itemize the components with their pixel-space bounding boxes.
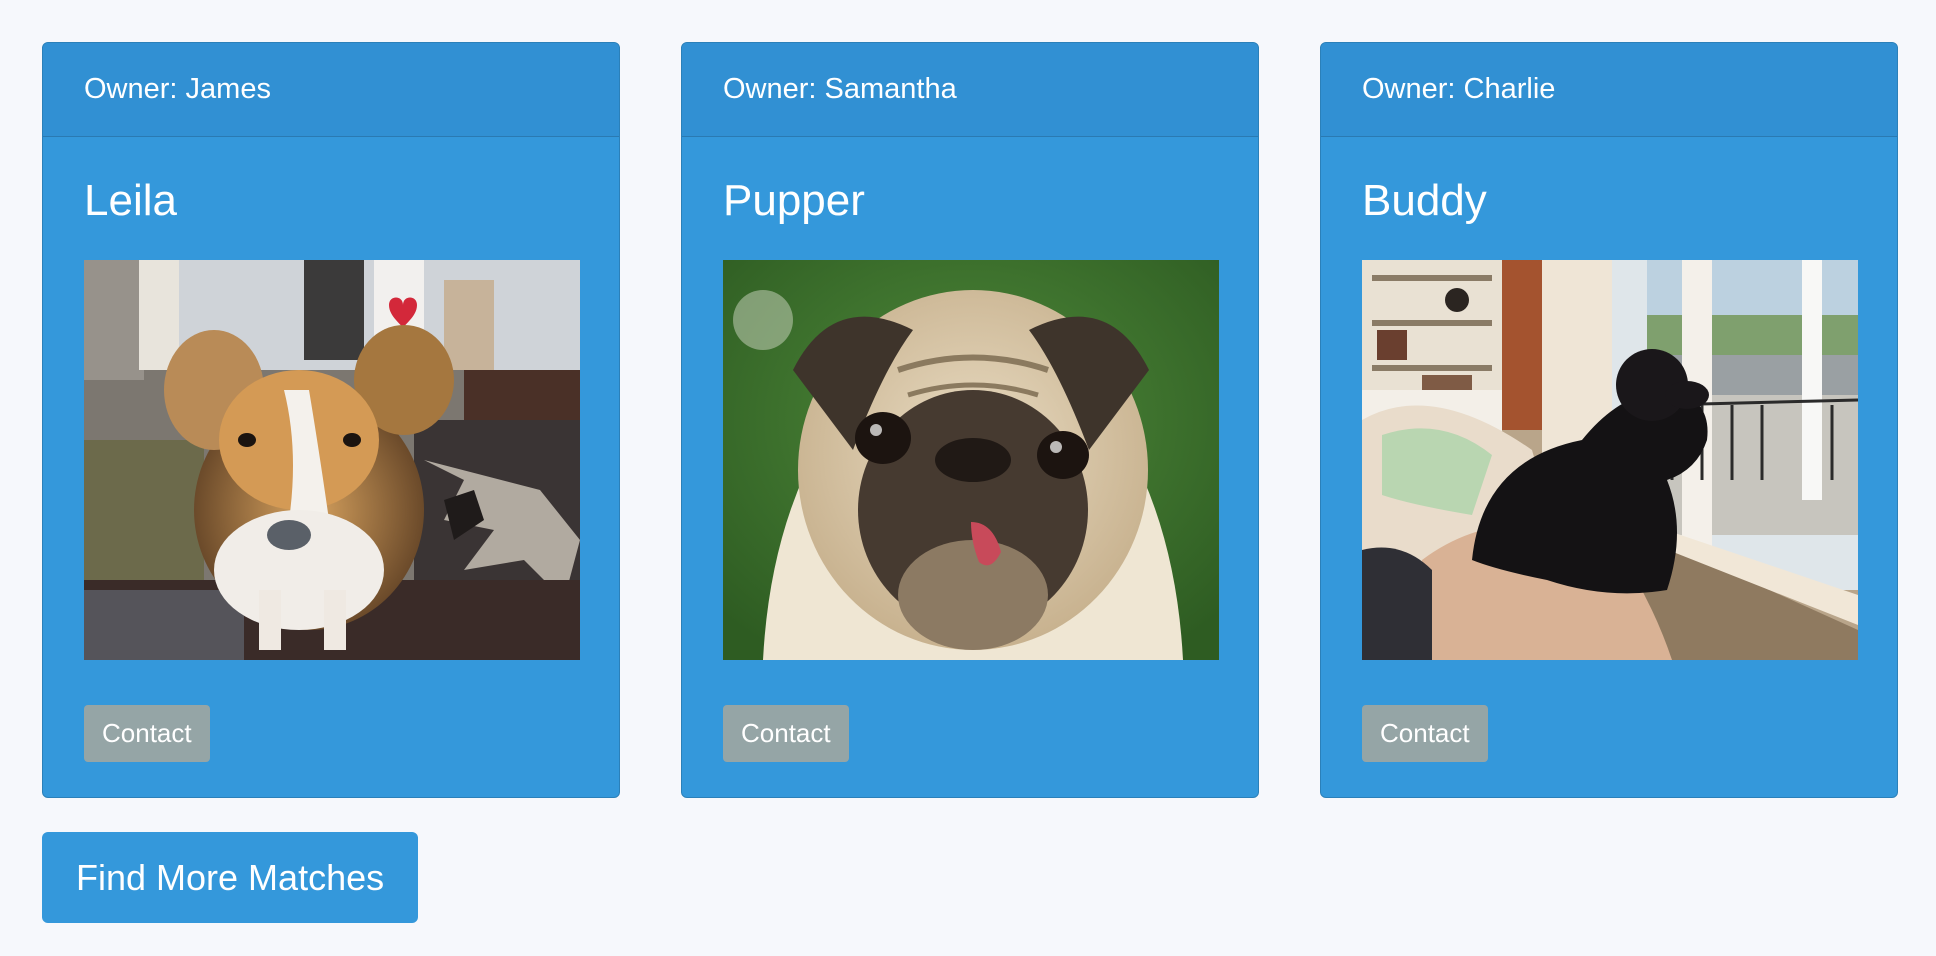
card-header: Owner: James	[43, 43, 619, 137]
contact-button[interactable]: Contact	[723, 705, 849, 762]
contact-button[interactable]: Contact	[1362, 705, 1488, 762]
owner-label: Owner: Charlie	[1362, 73, 1556, 105]
card-header: Owner: Charlie	[1321, 43, 1897, 137]
contact-button[interactable]: Contact	[84, 705, 210, 762]
card-body: Buddy Contact	[1321, 137, 1897, 762]
pet-name: Leila	[84, 176, 177, 225]
card-header: Owner: Samantha	[682, 43, 1258, 137]
card-body: Leila Contact	[43, 137, 619, 762]
owner-label: Owner: Samantha	[723, 73, 957, 105]
find-more-matches-button[interactable]: Find More Matches	[42, 832, 419, 923]
pet-name: Pupper	[723, 176, 865, 225]
pet-name: Buddy	[1362, 176, 1487, 225]
card-body: Pupper Contact	[682, 137, 1258, 762]
dog-photo-sheltie	[84, 260, 580, 660]
pet-card-leila: Owner: James Leila Contact	[42, 42, 620, 798]
dog-photo-black-poodle	[1362, 260, 1858, 660]
dog-photo-pug	[723, 260, 1219, 660]
page: Owner: James Leila Contact Owner: Samant…	[0, 0, 1936, 956]
owner-label: Owner: James	[84, 73, 271, 105]
match-cards: Owner: James Leila Contact Owner: Samant…	[42, 42, 1898, 798]
pet-card-buddy: Owner: Charlie Buddy Contact	[1320, 42, 1898, 798]
pet-card-pupper: Owner: Samantha Pupper Contact	[681, 42, 1259, 798]
